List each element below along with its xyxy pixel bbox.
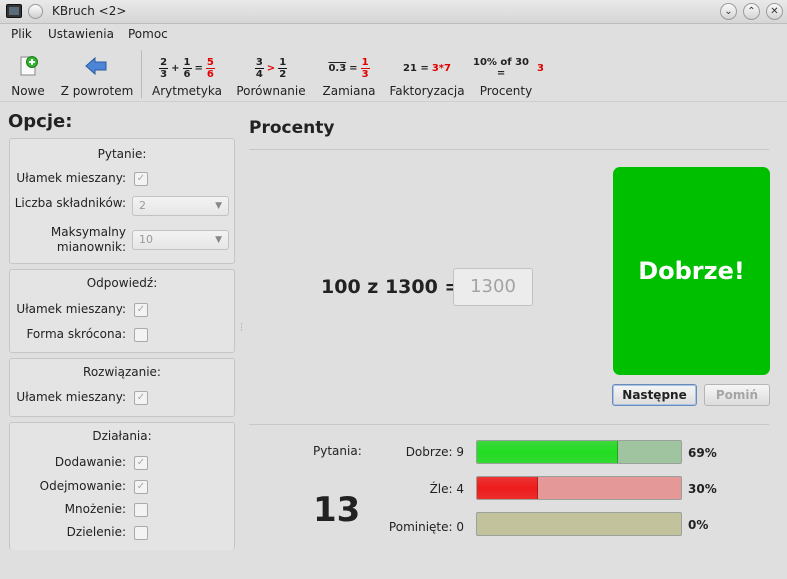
multiplication-checkbox[interactable] — [134, 503, 148, 517]
wrong-percent: 30% — [688, 482, 717, 496]
questions-label: Pytania: — [313, 444, 362, 458]
terms-count-select[interactable]: 2 ▼ — [132, 196, 229, 216]
wrong-bar — [476, 476, 682, 500]
mode-arithmetic-label: Arytmetyka — [152, 84, 222, 98]
title-bar: KBruch <2> ⌄ ⌃ ✕ — [0, 0, 787, 24]
skipped-bar — [476, 512, 682, 536]
back-label: Z powrotem — [60, 84, 134, 98]
terms-count-label: Liczba składników: — [14, 196, 126, 210]
maximize-button[interactable]: ⌃ — [743, 3, 760, 20]
options-title: Opcje: — [8, 111, 73, 132]
mode-compare-label: Porównanie — [236, 84, 306, 98]
answer-group: Odpowiedź: Ułamek mieszany: ✓ Forma skró… — [9, 269, 235, 353]
mode-compare-button[interactable]: 34 > 12 Porównanie — [232, 50, 310, 100]
addition-checkbox[interactable]: ✓ — [134, 456, 148, 470]
answer-mixed-label: Ułamek mieszany: — [16, 302, 126, 316]
skip-button[interactable]: Pomiń — [704, 384, 770, 406]
correct-percent: 69% — [688, 446, 717, 460]
subtraction-checkbox[interactable]: ✓ — [134, 480, 148, 494]
correct-bar-fill — [477, 441, 618, 463]
wrong-label: Źle: 4 — [429, 482, 464, 496]
arrow-left-icon — [85, 56, 107, 76]
skipped-percent: 0% — [688, 518, 709, 532]
menu-plik[interactable]: Plik — [11, 27, 32, 41]
reduced-form-checkbox[interactable] — [134, 328, 148, 342]
next-button[interactable]: Następne — [612, 384, 697, 406]
app-icon[interactable] — [6, 4, 22, 18]
division-checkbox[interactable] — [134, 526, 148, 540]
menu-bar: Plik Ustawienia Pomoc — [0, 24, 787, 46]
result-feedback: Dobrze! — [613, 167, 770, 375]
stats-divider — [249, 424, 769, 425]
mode-percent-label: Procenty — [479, 84, 533, 98]
mode-convert-label: Zamiana — [322, 84, 376, 98]
convert-preview: 0.3 = 13 — [328, 56, 370, 80]
mode-arithmetic-button[interactable]: 23 + 16 = 56 Arytmetyka — [148, 50, 226, 100]
compare-preview: 34 > 12 — [254, 56, 288, 80]
max-denominator-label: Maksymalny mianownik: — [50, 225, 126, 254]
chevron-down-icon: ▼ — [215, 235, 222, 245]
page-title: Procenty — [249, 118, 335, 138]
new-document-icon — [20, 56, 38, 76]
mode-convert-button[interactable]: 0.3 = 13 Zamiana — [318, 50, 380, 100]
mode-factorize-button[interactable]: 21 = 3*7 Faktoryzacja — [388, 50, 466, 100]
questions-count: 13 — [313, 490, 361, 530]
title-divider — [249, 149, 769, 150]
solution-mixed-label: Ułamek mieszany: — [16, 390, 126, 404]
correct-bar — [476, 440, 682, 464]
toolbar-separator — [141, 50, 142, 98]
skipped-label: Pominięte: 0 — [388, 520, 464, 534]
back-button[interactable]: Z powrotem — [58, 50, 136, 100]
menu-pomoc[interactable]: Pomoc — [128, 27, 168, 41]
question-mixed-label: Ułamek mieszany: — [16, 171, 126, 185]
chevron-down-icon: ▼ — [215, 201, 222, 211]
minimize-button[interactable]: ⌄ — [720, 3, 737, 20]
subtraction-label: Odejmowanie: — [39, 479, 126, 493]
operations-group: Działania: Dodawanie: ✓ Odejmowanie: ✓ M… — [9, 422, 235, 550]
mode-percent-button[interactable]: 10% of 30 = 3 Procenty — [468, 50, 544, 100]
percent-preview: 10% of 30 = 3 — [472, 57, 544, 79]
answer-group-title: Odpowiedź: — [86, 276, 158, 290]
factor-preview: 21 = 3*7 — [403, 62, 451, 74]
addition-label: Dodawanie: — [54, 455, 126, 469]
reduced-form-label: Forma skrócona: — [26, 327, 126, 341]
question-group: Pytanie: Ułamek mieszany: ✓ Liczba skład… — [9, 138, 235, 264]
task-expression: 100 z 1300 = — [321, 276, 461, 298]
toolbar: Nowe Z powrotem 23 + 16 = 56 Arytmetyka … — [0, 46, 787, 102]
panel-splitter-handle[interactable]: · · · — [240, 321, 243, 336]
window-title: KBruch <2> — [52, 4, 127, 18]
division-label: Dzielenie: — [66, 525, 126, 539]
pin-button[interactable] — [28, 4, 43, 19]
max-denominator-select[interactable]: 10 ▼ — [132, 230, 229, 250]
question-group-title: Pytanie: — [97, 147, 147, 161]
multiplication-label: Mnożenie: — [64, 502, 126, 516]
mode-factorize-label: Faktoryzacja — [389, 84, 465, 98]
solution-mixed-checkbox[interactable]: ✓ — [134, 391, 148, 405]
arithmetic-preview: 23 + 16 = 56 — [159, 56, 215, 80]
operations-group-title: Działania: — [92, 429, 152, 443]
solution-group: Rozwiązanie: Ułamek mieszany: ✓ — [9, 358, 235, 417]
solution-group-title: Rozwiązanie: — [83, 365, 161, 379]
wrong-bar-fill — [477, 477, 539, 499]
menu-ustawienia[interactable]: Ustawienia — [48, 27, 114, 41]
answer-mixed-checkbox[interactable]: ✓ — [134, 303, 148, 317]
new-label: Nowe — [11, 84, 45, 98]
close-button[interactable]: ✕ — [766, 3, 783, 20]
new-button[interactable]: Nowe — [6, 50, 50, 100]
answer-input[interactable]: 1300 — [453, 268, 533, 306]
question-mixed-checkbox[interactable]: ✓ — [134, 172, 148, 186]
correct-label: Dobrze: 9 — [405, 445, 464, 459]
